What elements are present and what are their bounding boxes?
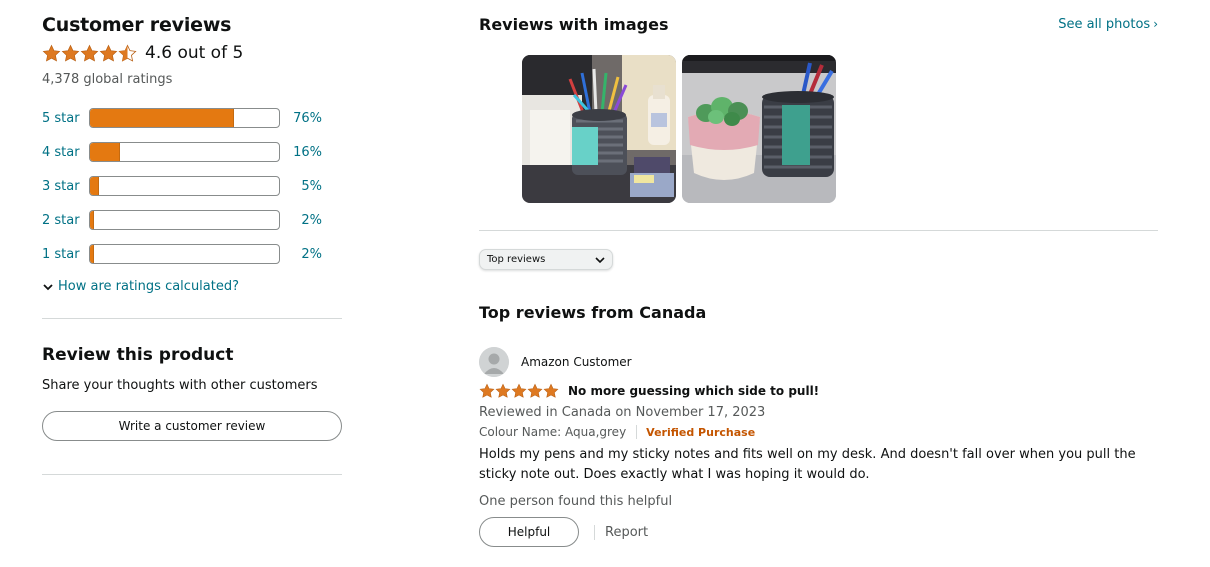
star-icon <box>511 383 527 399</box>
star-icon <box>99 44 118 63</box>
ratings-summary-panel: Customer reviews 4.6 out of 5 4,378 glob… <box>42 14 342 475</box>
review-image-thumbnail[interactable] <box>682 55 836 203</box>
star-icon <box>80 44 99 63</box>
histogram-label[interactable]: 4 star <box>42 145 89 160</box>
histogram-percent[interactable]: 16% <box>280 145 322 160</box>
histogram-bar[interactable] <box>89 108 280 128</box>
histogram-row-3[interactable]: 3 star 5% <box>42 169 342 203</box>
user-avatar-icon <box>479 347 509 377</box>
review-card: Amazon Customer No more guessing which s… <box>479 347 1158 547</box>
histogram-bar-fill <box>90 143 121 161</box>
product-variant[interactable]: Colour Name: Aqua,grey <box>479 425 626 439</box>
attribute-divider <box>636 425 638 439</box>
customer-reviews-heading: Customer reviews <box>42 14 232 36</box>
histogram-bar-fill <box>90 211 94 229</box>
review-date: Reviewed in Canada on November 17, 2023 <box>479 405 766 420</box>
histogram-bar-fill <box>90 109 234 127</box>
average-rating-text: 4.6 out of 5 <box>145 43 244 63</box>
section-divider <box>479 230 1158 231</box>
review-image-gallery <box>522 55 1158 203</box>
action-divider <box>594 524 595 540</box>
star-icon <box>527 383 543 399</box>
review-actions: Helpful Report <box>479 517 1158 547</box>
histogram-percent[interactable]: 76% <box>280 111 322 126</box>
review-this-product-heading: Review this product <box>42 345 234 365</box>
section-divider <box>42 318 342 319</box>
histogram-bar-fill <box>90 245 94 263</box>
how-ratings-calculated-label[interactable]: How are ratings calculated? <box>58 279 239 294</box>
histogram-label[interactable]: 2 star <box>42 213 89 228</box>
report-link[interactable]: Report <box>605 525 648 540</box>
sort-selected-value: Top reviews <box>487 254 546 265</box>
review-body: Holds my pens and my sticky notes and fi… <box>479 447 1136 482</box>
chevron-right-icon: › <box>1153 17 1158 31</box>
star-icon <box>543 383 559 399</box>
chevron-down-icon <box>595 256 605 263</box>
top-reviews-heading: Top reviews from Canada <box>479 303 707 322</box>
review-title[interactable]: No more guessing which side to pull! <box>568 384 819 398</box>
reviewer-name[interactable]: Amazon Customer <box>521 355 632 369</box>
histogram-label[interactable]: 1 star <box>42 247 89 262</box>
star-icon <box>479 383 495 399</box>
histogram-bar[interactable] <box>89 176 280 196</box>
see-all-photos-label[interactable]: See all photos <box>1058 17 1150 32</box>
reviews-with-images-header: Reviews with images See all photos › <box>479 12 1158 36</box>
histogram-bar-fill <box>90 177 100 195</box>
histogram-row-1[interactable]: 1 star 2% <box>42 237 342 271</box>
star-icon <box>495 383 511 399</box>
average-stars <box>42 44 137 63</box>
histogram-row-2[interactable]: 2 star 2% <box>42 203 342 237</box>
review-image-thumbnail[interactable] <box>522 55 676 203</box>
star-icon <box>42 44 61 63</box>
half-star-icon <box>118 44 137 63</box>
helpful-count: One person found this helpful <box>479 494 673 509</box>
histogram-percent[interactable]: 5% <box>280 179 322 194</box>
how-ratings-calculated-link[interactable]: How are ratings calculated? <box>42 279 342 294</box>
histogram-row-5[interactable]: 5 star 76% <box>42 101 342 135</box>
histogram-label[interactable]: 3 star <box>42 179 89 194</box>
section-divider <box>42 474 342 475</box>
histogram-row-4[interactable]: 4 star 16% <box>42 135 342 169</box>
reviews-main-panel: Reviews with images See all photos › Top… <box>479 12 1158 547</box>
star-icon <box>61 44 80 63</box>
write-review-button[interactable]: Write a customer review <box>42 411 342 441</box>
average-rating-row[interactable]: 4.6 out of 5 <box>42 41 342 65</box>
reviewer-profile[interactable]: Amazon Customer <box>479 347 1158 377</box>
succulent-and-pen-holder-photo <box>682 55 836 203</box>
rating-histogram: 5 star 76% 4 star 16% 3 star 5% 2 star 2… <box>42 101 342 271</box>
global-ratings-count: 4,378 global ratings <box>42 72 173 87</box>
review-attributes: Colour Name: Aqua,grey Verified Purchase <box>479 425 1158 439</box>
chevron-down-icon <box>43 283 53 290</box>
verified-purchase-badge: Verified Purchase <box>646 425 756 439</box>
review-stars[interactable] <box>479 383 559 399</box>
helpful-button[interactable]: Helpful <box>479 517 579 547</box>
share-thoughts-text: Share your thoughts with other customers <box>42 378 318 393</box>
histogram-percent[interactable]: 2% <box>280 213 322 228</box>
see-all-photos-link[interactable]: See all photos › <box>1058 17 1158 32</box>
histogram-bar[interactable] <box>89 210 280 230</box>
histogram-bar[interactable] <box>89 244 280 264</box>
pen-holder-desk-photo <box>522 55 676 203</box>
review-rating-title-row: No more guessing which side to pull! <box>479 383 1158 399</box>
reviews-with-images-heading: Reviews with images <box>479 14 669 34</box>
sort-reviews-dropdown[interactable]: Top reviews <box>479 249 613 270</box>
histogram-percent[interactable]: 2% <box>280 247 322 262</box>
histogram-bar[interactable] <box>89 142 280 162</box>
histogram-label[interactable]: 5 star <box>42 111 89 126</box>
